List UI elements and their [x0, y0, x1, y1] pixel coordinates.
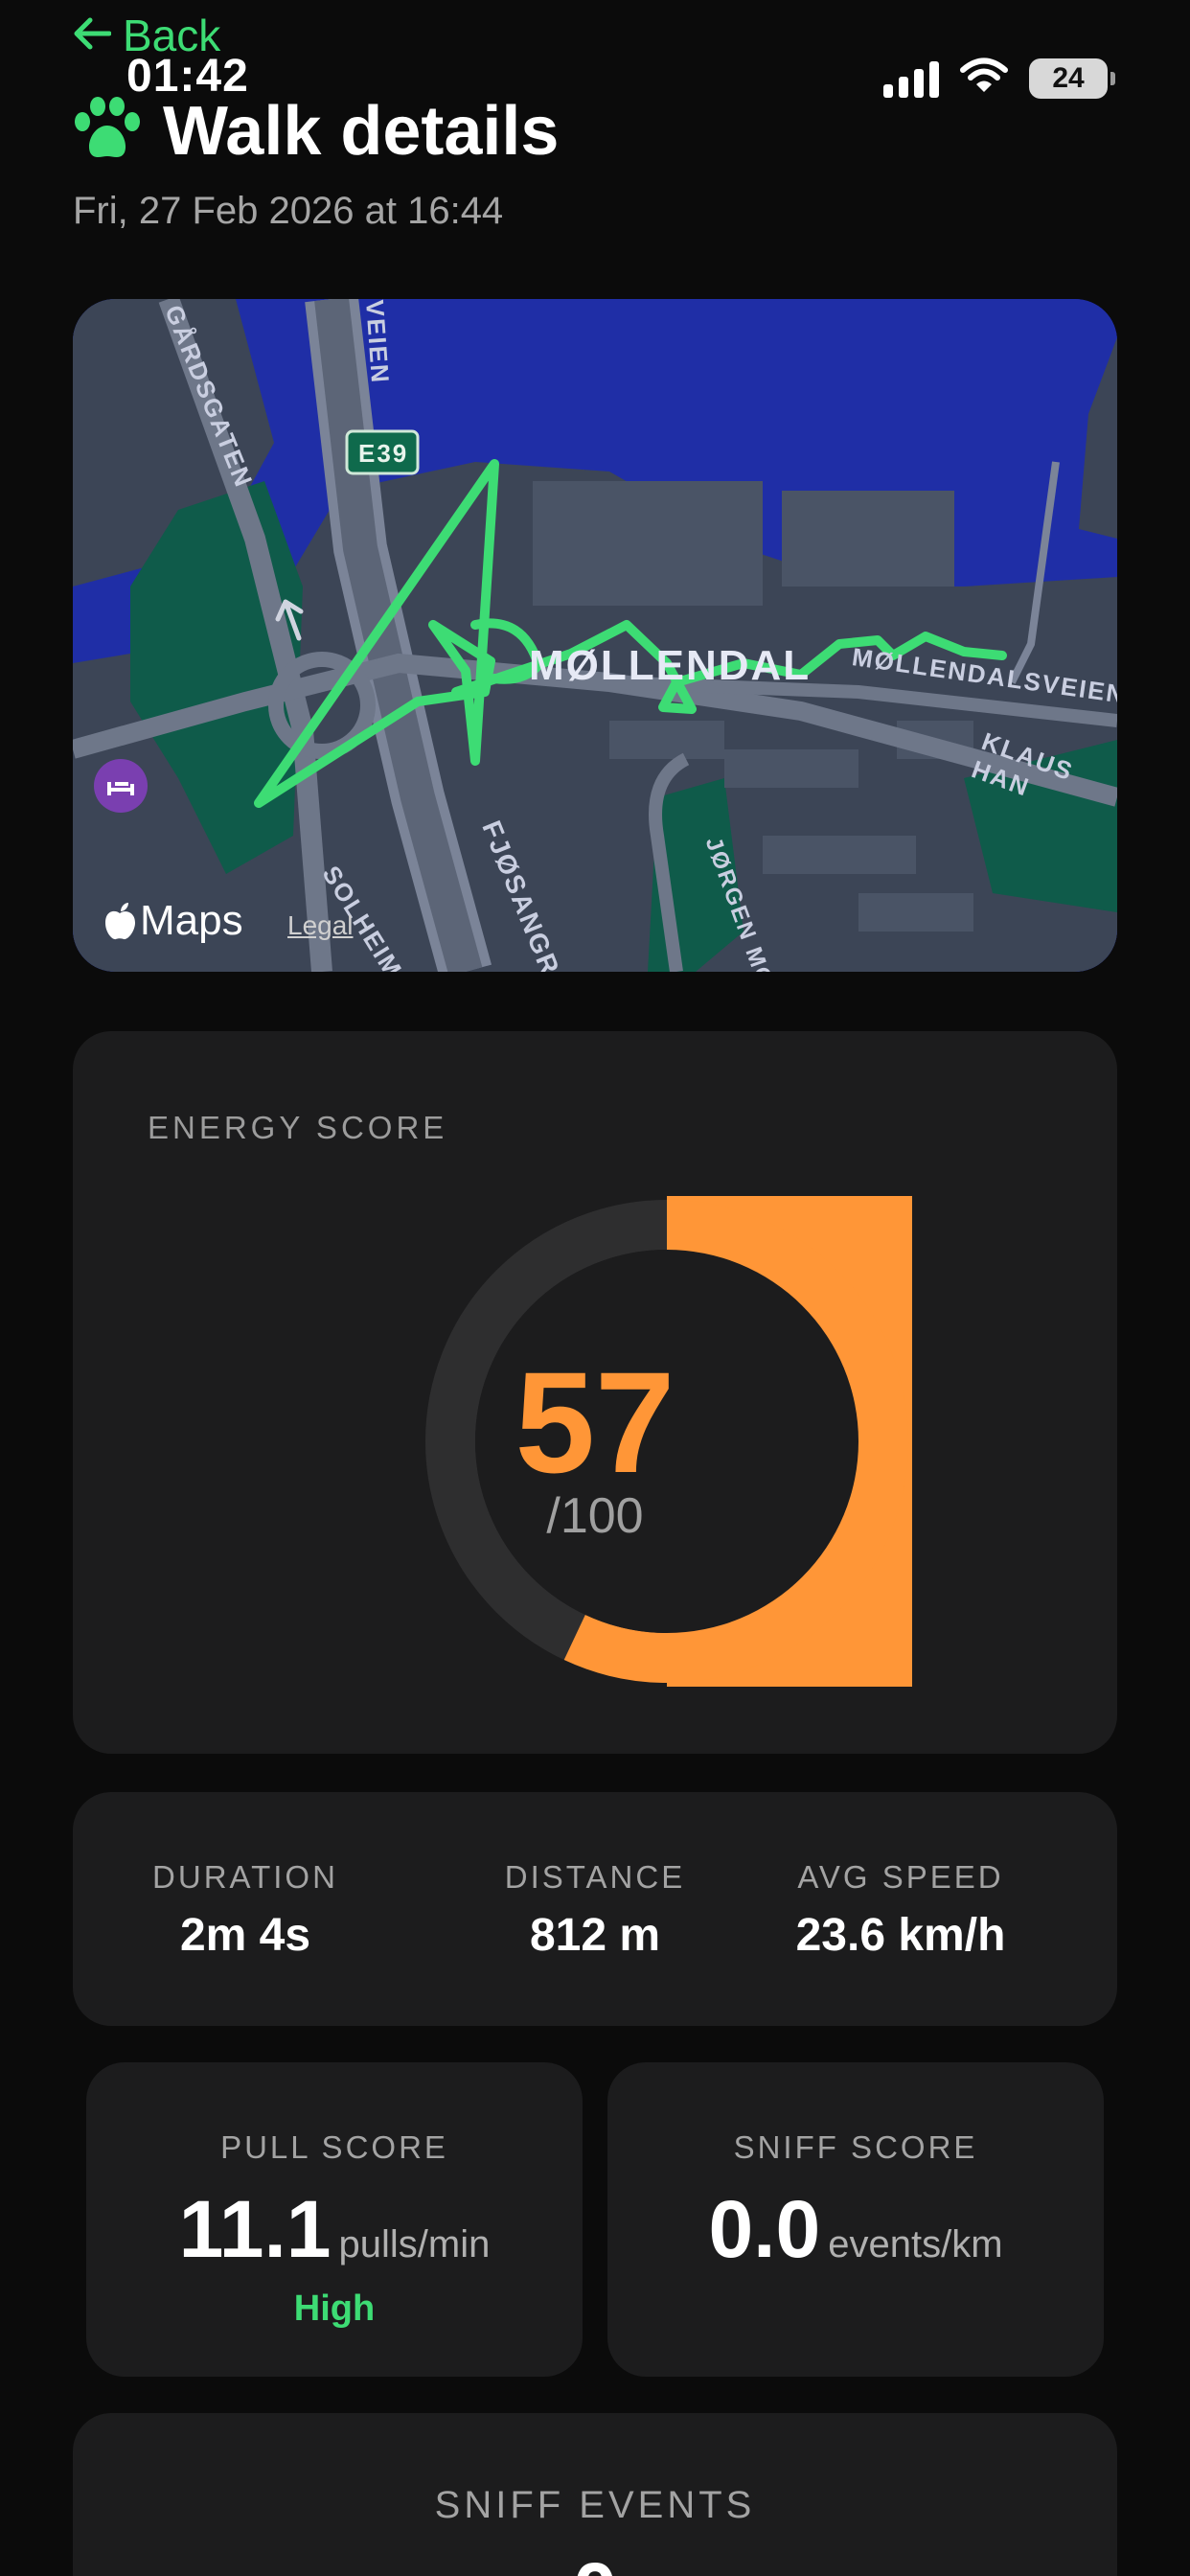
sniff-score-card: SNIFF SCORE 0.0 events/km: [607, 2062, 1104, 2377]
energy-score-label: ENERGY SCORE: [148, 1110, 448, 1145]
map-graphic: [73, 299, 1117, 972]
stat-label: DURATION: [152, 1859, 338, 1895]
arrow-left-icon: [73, 10, 112, 61]
energy-score-card: ENERGY SCORE 57 /100: [73, 1031, 1117, 1754]
sniff-events-value: 0: [73, 2545, 1117, 2576]
sniff-score-unit: events/km: [828, 2223, 1003, 2266]
wifi-icon: [960, 58, 1008, 99]
sniff-score-value: 0.0: [708, 2184, 821, 2274]
stat-label: DISTANCE: [504, 1859, 686, 1895]
route-map[interactable]: MØLLENDAL MØLLENDALSVEIEN KLAUS HAN SOLH…: [73, 299, 1117, 972]
stat-distance: DISTANCE 812 m: [442, 1859, 748, 1962]
paw-icon: [73, 96, 142, 167]
walk-stats-card: DURATION 2m 4s DISTANCE 812 m AVG SPEED …: [73, 1792, 1117, 2026]
stat-value: 23.6 km/h: [795, 1910, 1006, 1961]
sniff-events-label: SNIFF EVENTS: [434, 2484, 756, 2526]
map-label-veien: VEIEN: [360, 299, 396, 385]
energy-score-value: 57: [515, 1342, 675, 1503]
stat-duration: DURATION 2m 4s: [92, 1859, 399, 1962]
cellular-signal-icon: [883, 59, 939, 98]
stat-value: 812 m: [529, 1910, 661, 1961]
page-header: Walk details: [73, 92, 559, 171]
sniff-score-label: SNIFF SCORE: [733, 2129, 978, 2165]
pull-score-value: 11.1: [178, 2184, 332, 2274]
pull-score-level: High: [293, 2288, 376, 2329]
road-shield-e39: E39: [358, 439, 409, 468]
battery-icon: 24: [1029, 58, 1115, 99]
sniff-events-card: SNIFF EVENTS 0: [73, 2413, 1117, 2576]
apple-logo-icon: [103, 902, 136, 940]
energy-score-max: /100: [546, 1488, 644, 1544]
sniff-score-value-row: 0.0 events/km: [607, 2183, 1104, 2276]
status-icons: 24: [883, 58, 1115, 99]
apple-maps-logo: Maps: [103, 897, 243, 945]
stat-label: AVG SPEED: [797, 1859, 1004, 1895]
pull-score-unit: pulls/min: [338, 2223, 491, 2266]
walk-date: Fri, 27 Feb 2026 at 16:44: [73, 190, 504, 232]
map-label-moellendal: MØLLENDAL: [529, 642, 812, 689]
page-title: Walk details: [163, 93, 560, 170]
maps-brand-label: Maps: [140, 897, 243, 944]
stat-value: 2m 4s: [179, 1910, 311, 1961]
pull-score-value-row: 11.1 pulls/min: [86, 2183, 583, 2276]
stat-avg-speed: AVG SPEED 23.6 km/h: [747, 1859, 1054, 1962]
legal-link[interactable]: Legal: [287, 910, 354, 941]
pull-score-card: PULL SCORE 11.1 pulls/min High: [86, 2062, 583, 2377]
pull-score-label: PULL SCORE: [220, 2129, 448, 2165]
